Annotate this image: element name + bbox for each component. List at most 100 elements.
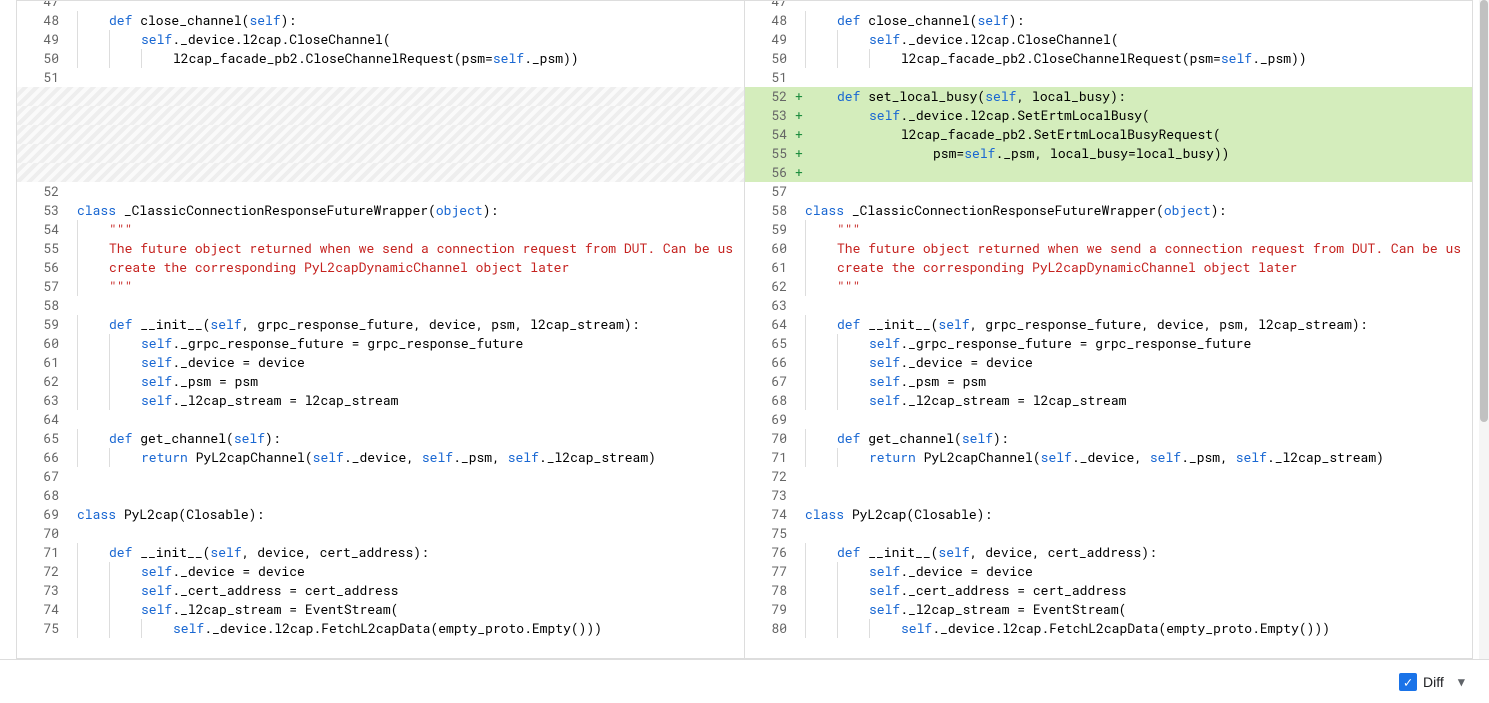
line-number[interactable]: 62 [745,277,795,296]
line-number[interactable]: 75 [17,619,67,638]
line-number[interactable]: 67 [17,467,67,486]
code-line[interactable]: 62self._psm = psm [17,372,744,391]
code-line[interactable]: 68 [17,486,744,505]
line-number[interactable]: 57 [745,182,795,201]
code-line[interactable]: 60self._grpc_response_future = grpc_resp… [17,334,744,353]
line-number[interactable]: 56 [745,163,795,182]
line-number[interactable]: 70 [17,524,67,543]
line-number[interactable]: 69 [17,505,67,524]
dropdown-icon[interactable]: ▼ [1458,674,1465,690]
code-line[interactable]: 53class _ClassicConnectionResponseFuture… [17,201,744,220]
line-number[interactable]: 80 [745,619,795,638]
code-line[interactable]: 78self._cert_address = cert_address [745,581,1472,600]
diff-toggle[interactable]: ✓ Diff ▼ [1399,673,1465,691]
line-number[interactable]: 51 [17,68,67,87]
code-line[interactable]: 59def __init__(self, grpc_response_futur… [17,315,744,334]
left-code[interactable]: 46psm=self._psm, payload=payload))4748de… [17,1,744,638]
code-line[interactable]: 71return PyL2capChannel(self._device, se… [745,448,1472,467]
code-line[interactable]: 72 [745,467,1472,486]
code-line[interactable]: 61self._device = device [17,353,744,372]
code-line[interactable]: 70def get_channel(self): [745,429,1472,448]
code-line[interactable]: 62""" [745,277,1472,296]
code-line[interactable]: 48def close_channel(self): [17,11,744,30]
line-number[interactable]: 60 [17,334,67,353]
line-number[interactable]: 73 [17,581,67,600]
line-number[interactable]: 60 [745,239,795,258]
line-number[interactable]: 53 [17,201,67,220]
line-number[interactable]: 61 [745,258,795,277]
code-line[interactable]: 54+l2cap_facade_pb2.SetErtmLocalBusyRequ… [745,125,1472,144]
line-number[interactable]: 53 [745,106,795,125]
line-number[interactable]: 70 [745,429,795,448]
code-line[interactable]: 57""" [17,277,744,296]
line-number[interactable]: 67 [745,372,795,391]
line-number[interactable]: 49 [17,30,67,49]
code-line[interactable]: 73self._cert_address = cert_address [17,581,744,600]
code-line[interactable]: 51 [745,68,1472,87]
line-number[interactable]: 77 [745,562,795,581]
line-number[interactable]: 71 [745,448,795,467]
code-line[interactable]: 66return PyL2capChannel(self._device, se… [17,448,744,467]
code-line[interactable]: 75self._device.l2cap.FetchL2capData(empt… [17,619,744,638]
line-number[interactable]: 64 [745,315,795,334]
line-number[interactable]: 58 [745,201,795,220]
code-line[interactable]: 77self._device = device [745,562,1472,581]
code-line[interactable]: 76def __init__(self, device, cert_addres… [745,543,1472,562]
code-line[interactable]: 66self._device = device [745,353,1472,372]
code-line[interactable]: 47 [17,1,744,11]
right-code[interactable]: 46psm=self._psm, payload=payload))4748de… [745,1,1472,638]
line-number[interactable]: 62 [17,372,67,391]
code-line[interactable]: 69class PyL2cap(Closable): [17,505,744,524]
line-number[interactable]: 47 [17,1,67,11]
line-number[interactable]: 54 [745,125,795,144]
line-number[interactable]: 48 [745,11,795,30]
code-line[interactable]: 49self._device.l2cap.CloseChannel( [17,30,744,49]
code-line[interactable]: 64def __init__(self, grpc_response_futur… [745,315,1472,334]
code-line[interactable]: 74class PyL2cap(Closable): [745,505,1472,524]
code-line[interactable]: 73 [745,486,1472,505]
line-number[interactable]: 68 [17,486,67,505]
line-number[interactable]: 48 [17,11,67,30]
code-line[interactable] [17,106,744,125]
line-number[interactable]: 47 [745,1,795,11]
code-line[interactable]: 75 [745,524,1472,543]
line-number[interactable]: 74 [745,505,795,524]
code-line[interactable]: 64 [17,410,744,429]
line-number[interactable]: 61 [17,353,67,372]
line-number[interactable]: 52 [17,182,67,201]
code-line[interactable]: 70 [17,524,744,543]
code-line[interactable]: 56create the corresponding PyL2capDynami… [17,258,744,277]
line-number[interactable]: 55 [17,239,67,258]
code-line[interactable]: 59""" [745,220,1472,239]
code-line[interactable]: 80self._device.l2cap.FetchL2capData(empt… [745,619,1472,638]
line-number[interactable]: 68 [745,391,795,410]
code-line[interactable]: 50l2cap_facade_pb2.CloseChannelRequest(p… [745,49,1472,68]
code-line[interactable] [17,163,744,182]
code-line[interactable]: 54""" [17,220,744,239]
line-number[interactable]: 55 [745,144,795,163]
code-line[interactable]: 61create the corresponding PyL2capDynami… [745,258,1472,277]
line-number[interactable]: 49 [745,30,795,49]
line-number[interactable]: 65 [745,334,795,353]
line-number[interactable]: 74 [17,600,67,619]
line-number[interactable]: 76 [745,543,795,562]
code-line[interactable]: 56+ [745,163,1472,182]
line-number[interactable]: 50 [745,49,795,68]
code-line[interactable]: 74self._l2cap_stream = EventStream( [17,600,744,619]
line-number[interactable]: 66 [17,448,67,467]
code-line[interactable]: 69 [745,410,1472,429]
code-line[interactable]: 68self._l2cap_stream = l2cap_stream [745,391,1472,410]
code-line[interactable]: 51 [17,68,744,87]
code-line[interactable]: 49self._device.l2cap.CloseChannel( [745,30,1472,49]
line-number[interactable]: 59 [17,315,67,334]
code-line[interactable]: 58 [17,296,744,315]
line-number[interactable]: 69 [745,410,795,429]
code-line[interactable]: 53+self._device.l2cap.SetErtmLocalBusy( [745,106,1472,125]
code-line[interactable]: 48def close_channel(self): [745,11,1472,30]
code-line[interactable]: 63 [745,296,1472,315]
line-number[interactable]: 73 [745,486,795,505]
line-number[interactable]: 51 [745,68,795,87]
line-number[interactable]: 64 [17,410,67,429]
code-line[interactable]: 79self._l2cap_stream = EventStream( [745,600,1472,619]
line-number[interactable]: 78 [745,581,795,600]
